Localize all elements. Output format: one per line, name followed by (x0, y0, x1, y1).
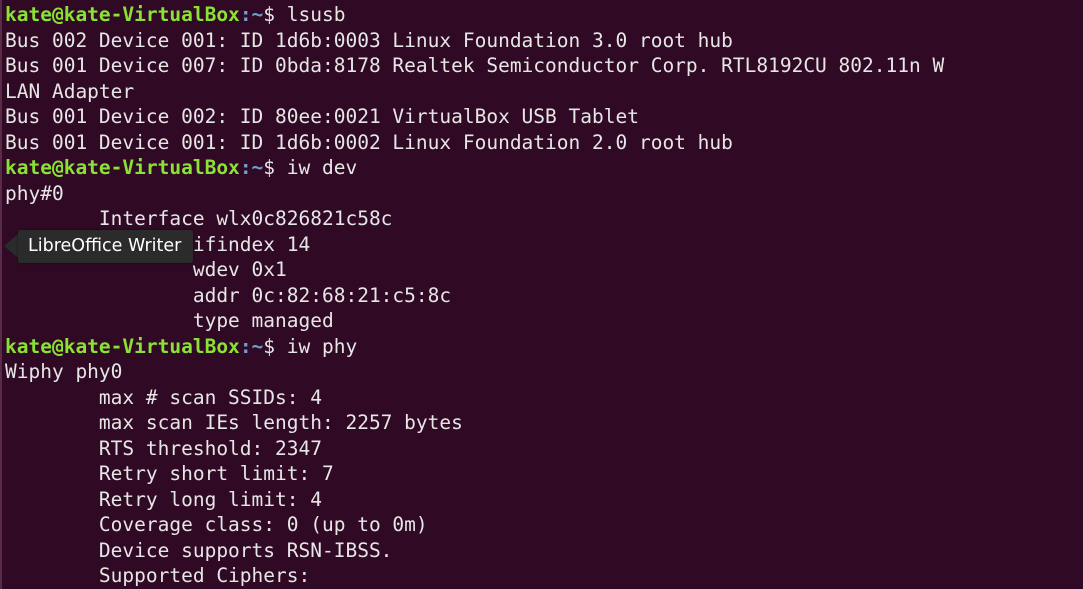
prompt-user: kate@kate-VirtualBox (5, 156, 240, 179)
output-line: Retry short limit: 7 (5, 462, 334, 485)
prompt-line: kate@kate-VirtualBox:~$ iw phy (5, 334, 1083, 360)
output-line: Bus 001 Device 007: ID 0bda:8178 Realtek… (5, 54, 945, 77)
launcher-tooltip: LibreOffice Writer (18, 230, 194, 263)
prompt-path: :~ (239, 156, 264, 179)
output-line: Supported Ciphers: (5, 564, 311, 587)
output-line: addr 0c:82:68:21:c5:8c (5, 283, 452, 307)
output-line: type managed (5, 309, 334, 332)
output-line: RTS threshold: 2347 (5, 436, 322, 460)
prompt-path: :~ (239, 334, 264, 358)
output-line: Interface wlx0c826821c58c (5, 207, 393, 230)
output-line: Coverage class: 0 (up to 0m) (5, 513, 428, 536)
launcher-edge (0, 0, 2, 589)
output-line: Bus 001 Device 002: ID 80ee:0021 Virtual… (5, 105, 639, 128)
tooltip-arrow (4, 234, 18, 258)
terminal-window[interactable]: kate@kate-VirtualBox:~$ lsusb Bus 002 Dev… (0, 0, 1083, 589)
prompt-user: kate@kate-VirtualBox (5, 334, 240, 358)
terminal-output: kate@kate-VirtualBox:~$ lsusb Bus 002 Dev… (5, 2, 1083, 589)
output-line: phy#0 (5, 181, 64, 205)
command-text: lsusb (286, 3, 346, 26)
command-text: iw dev (286, 156, 358, 179)
output-line: Bus 002 Device 001: ID 1d6b:0003 Linux F… (5, 28, 733, 52)
prompt-user: kate@kate-VirtualBox (5, 3, 240, 26)
output-line: Bus 001 Device 001: ID 1d6b:0002 Linux F… (5, 130, 733, 154)
output-line: max # scan SSIDs: 4 (5, 385, 322, 409)
prompt-symbol: $ (263, 334, 287, 358)
prompt-path: :~ (239, 3, 264, 26)
prompt-line: kate@kate-VirtualBox:~$ lsusb (5, 2, 1083, 28)
output-line: Retry long limit: 4 (5, 487, 322, 511)
command-text: iw phy (286, 334, 358, 358)
prompt-symbol: $ (263, 156, 287, 179)
prompt-symbol: $ (263, 3, 287, 26)
output-line: Device supports RSN-IBSS. (5, 538, 393, 562)
output-line: LAN Adapter (5, 79, 135, 103)
output-line: Wiphy phy0 (5, 360, 123, 383)
prompt-line: kate@kate-VirtualBox:~$ iw dev (5, 155, 1083, 181)
output-line: max scan IEs length: 2257 bytes (5, 411, 463, 434)
